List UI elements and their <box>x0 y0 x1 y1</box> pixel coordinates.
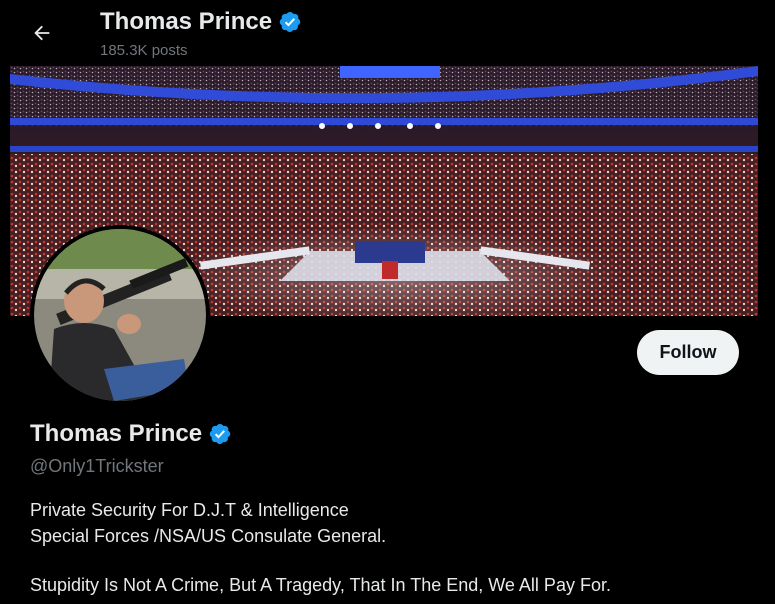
profile-display-name: Thomas Prince <box>30 420 232 448</box>
bio-line: Stupidity Is Not A Crime, But A Tragedy,… <box>30 575 611 595</box>
arrow-left-icon <box>34 25 50 41</box>
back-button[interactable] <box>24 15 60 51</box>
follow-button[interactable]: Follow <box>637 330 739 375</box>
posts-count: 185.3K posts <box>100 42 188 59</box>
profile-header-bar: Thomas Prince 185.3K posts <box>0 0 775 66</box>
bio-line: Private Security For D.J.T & Intelligenc… <box>30 500 349 520</box>
avatar-photo <box>34 229 206 401</box>
profile-handle: @Only1Trickster <box>30 456 164 476</box>
verified-badge-icon <box>279 11 301 33</box>
profile-avatar[interactable] <box>30 225 210 405</box>
header-title: Thomas Prince <box>100 8 302 36</box>
profile-page: Thomas Prince 185.3K posts Follow Thomas… <box>0 0 775 604</box>
verified-badge-icon[interactable] <box>208 422 232 446</box>
bio-line: Special Forces /NSA/US Consulate General… <box>30 526 387 546</box>
profile-name-text: Thomas Prince <box>30 420 203 447</box>
header-title-text: Thomas Prince <box>100 8 273 35</box>
